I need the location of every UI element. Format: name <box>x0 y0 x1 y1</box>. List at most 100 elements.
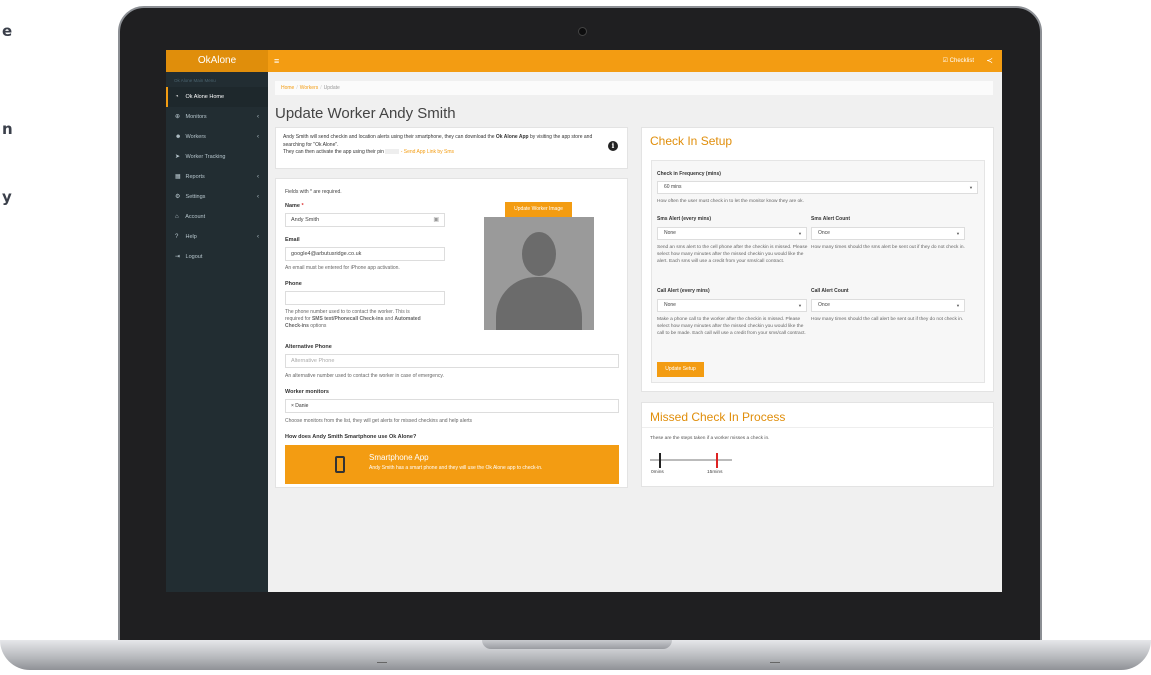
timeline-step-label: 15mins <box>707 470 723 475</box>
smartphone-desc: Andy Smith has a smart phone and they wi… <box>369 465 543 471</box>
phone-help: The phone number used to to contact the … <box>285 309 455 330</box>
edge-letter: y <box>2 188 12 206</box>
smartphone-title: Smartphone App <box>369 453 429 462</box>
app-name: Ok Alone App <box>495 134 529 140</box>
alt-phone-help: An alternative number used to contact th… <box>285 373 444 379</box>
caret-down-icon: ▼ <box>798 303 802 308</box>
update-image-button[interactable]: Update Worker Image <box>505 202 572 217</box>
checklist-link[interactable]: ☑ Checklist <box>943 50 974 72</box>
sidebar-item-settings[interactable]: ⚙ Settings ‹ <box>166 187 268 207</box>
info-icon: i <box>608 141 618 151</box>
question-icon: ? <box>175 234 179 240</box>
help-bold: Automated <box>394 316 421 322</box>
monitors-input[interactable]: × Danie <box>285 399 619 413</box>
id-card-icon: ▣ <box>433 217 439 223</box>
logout-icon: ⇥ <box>175 254 181 260</box>
label-text: Name <box>285 203 300 209</box>
email-help: An email must be entered for iPhone app … <box>285 265 400 271</box>
sidebar-item-monitors[interactable]: ⊕ Monitors ‹ <box>166 107 268 127</box>
update-setup-button[interactable]: Update Setup <box>657 362 704 377</box>
help-text: options <box>308 323 327 329</box>
timeline-step-label: 0mins <box>651 470 664 475</box>
sidebar-item-help[interactable]: ? Help ‹ <box>166 227 268 247</box>
avatar <box>484 217 594 330</box>
brand-logo[interactable]: OkAlone <box>166 50 268 72</box>
sidebar-item-logout[interactable]: ⇥ Logout <box>166 247 268 267</box>
caret-down-icon: ▼ <box>956 303 960 308</box>
page-title: Update Worker Andy Smith <box>275 105 456 122</box>
monitor-icon: ⊕ <box>175 114 181 120</box>
menu-toggle-icon[interactable]: ≡ <box>274 50 279 72</box>
help-bold: Check-ins <box>285 323 309 329</box>
sms-count-help: How many times should the sms alert be s… <box>811 245 965 250</box>
help-text: required for <box>285 316 312 322</box>
camera-icon <box>578 27 587 36</box>
setup-title: Check In Setup <box>650 134 733 148</box>
missed-title: Missed Check In Process <box>650 410 786 424</box>
app-screen: OkAlone ≡ ☑ Checklist ≺ Ok Alone Main Me… <box>166 50 1002 592</box>
breadcrumb-workers-link[interactable]: Workers <box>300 85 319 91</box>
info-text: They can then activate the app using the… <box>283 149 384 155</box>
sidebar-item-home[interactable]: ◔ Ok Alone Home <box>166 87 268 107</box>
email-label: Email <box>285 237 300 243</box>
info-text: Andy Smith will send checkin and locatio… <box>283 134 496 140</box>
worker-form-panel: Fields with * are required. Name * Andy … <box>275 178 628 488</box>
caret-down-icon: ▼ <box>956 231 960 236</box>
checkin-setup-panel: Check In Setup Check in Frequency (mins)… <box>641 127 994 392</box>
help-text: The phone number used to to contact the … <box>285 309 410 315</box>
share-icon[interactable]: ≺ <box>986 50 993 72</box>
sidebar-item-worker-tracking[interactable]: ➤ Worker Tracking <box>166 147 268 167</box>
sms-alert-select[interactable]: None ▼ <box>657 227 807 240</box>
edge-letter: n <box>2 120 13 138</box>
sidebar-item-workers[interactable]: ☻ Workers ‹ <box>166 127 268 147</box>
laptop-foot <box>770 662 780 663</box>
call-count-select[interactable]: Once ▼ <box>811 299 965 312</box>
how-label: How does Andy Smith Smartphone use Ok Al… <box>285 434 417 440</box>
edge-letter: e <box>2 22 13 40</box>
cogs-icon: ⚙ <box>175 194 181 200</box>
app-info-text: Andy Smith will send checkin and locatio… <box>283 134 601 157</box>
send-app-link[interactable]: - Send App Link by Sms <box>401 149 454 155</box>
call-count-help: How many times should the call alert be … <box>811 317 964 322</box>
name-label: Name * <box>285 203 304 209</box>
dashboard-icon: ◔ <box>175 94 179 100</box>
monitors-label: Worker monitors <box>285 389 329 395</box>
sms-alert-label: Sms Alert (every mins) <box>657 216 712 222</box>
select-value: Once <box>818 302 830 308</box>
select-value: Once <box>818 230 830 236</box>
email-input[interactable]: google4@arbutusridge.co.uk <box>285 247 445 261</box>
name-input[interactable]: Andy Smith ▣ <box>285 213 445 227</box>
call-alert-select[interactable]: None ▼ <box>657 299 807 312</box>
main-content: Home / Workers / Update Update Worker Andy S… <box>268 72 1002 592</box>
monitors-help: Choose monitors from the list, they will… <box>285 418 473 424</box>
missed-timeline <box>650 459 732 461</box>
sidebar-item-reports[interactable]: ▦ Reports ‹ <box>166 167 268 187</box>
alt-phone-input[interactable]: Alternative Phone <box>285 354 619 368</box>
required-mark: * <box>301 203 304 209</box>
avatar-head <box>522 232 556 276</box>
sms-count-label: Sms Alert Count <box>811 216 850 222</box>
sidebar-item-account[interactable]: ⌂ Account <box>166 207 268 227</box>
sidebar: Ok Alone Main Menu ◔ Ok Alone Home ⊕ Mon… <box>166 72 268 592</box>
breadcrumb: Home / Workers / Update <box>275 81 993 95</box>
sidebar-item-label: Logout <box>185 254 203 260</box>
missed-checkin-panel: Missed Check In Process These are the st… <box>641 402 995 487</box>
divider <box>642 427 995 428</box>
freq-label: Check in Frequency (mins) <box>657 171 721 177</box>
breadcrumb-home-link[interactable]: Home <box>281 85 294 91</box>
monitor-chip[interactable]: × Danie <box>291 400 308 412</box>
call-alert-label: Call Alert (every mins) <box>657 288 710 294</box>
smartphone-option[interactable]: Smartphone App Andy Smith has a smart ph… <box>285 445 619 484</box>
sidebar-item-label: Reports <box>185 174 205 180</box>
sms-count-select[interactable]: Once ▼ <box>811 227 965 240</box>
sidebar-item-label: Settings <box>185 194 206 200</box>
phone-input[interactable] <box>285 291 445 305</box>
sidebar-item-label: Workers <box>185 134 206 140</box>
sms-alert-help: Send an sms alert to the cell phone afte… <box>657 245 808 264</box>
sidebar-item-label: Help <box>185 234 197 240</box>
pin-redacted <box>385 149 400 155</box>
caret-down-icon: ▼ <box>798 231 802 236</box>
avatar-body <box>496 277 582 330</box>
freq-select[interactable]: 60 mins ▼ <box>657 181 978 194</box>
call-alert-help: Make a phone call to the worker after th… <box>657 317 806 336</box>
